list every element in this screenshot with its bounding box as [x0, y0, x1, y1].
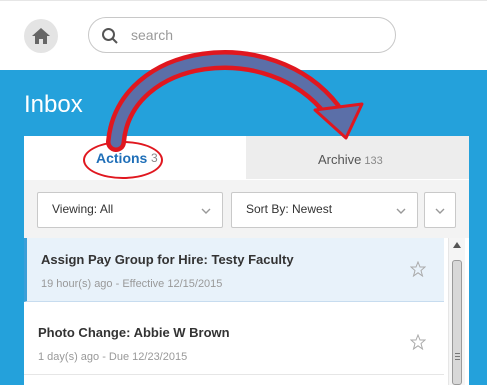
tab-archive-count: 133: [364, 155, 383, 167]
list-item-subtitle: 1 day(s) ago - Due 12/23/2015: [38, 351, 188, 363]
annotation-highlight-ellipse: [83, 141, 163, 179]
search-input[interactable]: search: [88, 17, 396, 53]
chevron-down-icon: [201, 208, 211, 214]
search-icon: [102, 28, 118, 44]
viewing-dropdown[interactable]: Viewing: All: [37, 192, 223, 228]
scroll-grip-line: [455, 353, 460, 354]
viewing-dropdown-value: Viewing: All: [52, 202, 114, 216]
home-icon: [32, 28, 50, 44]
scroll-grip-line: [455, 359, 460, 360]
scroll-up-arrow-icon[interactable]: [453, 242, 461, 248]
star-icon[interactable]: [410, 261, 426, 277]
home-button[interactable]: [24, 19, 58, 53]
list-item-title: Photo Change: Abbie W Brown: [38, 325, 230, 340]
sort-dropdown-value: Sort By: Newest: [246, 202, 333, 216]
sort-dropdown[interactable]: Sort By: Newest: [231, 192, 418, 228]
list-scrollbar[interactable]: [448, 238, 465, 385]
top-bar: search: [0, 0, 487, 71]
list-item[interactable]: Assign Pay Group for Hire: Testy Faculty…: [24, 238, 444, 302]
scroll-grip-line: [455, 356, 460, 357]
star-icon[interactable]: [410, 334, 426, 350]
list-item[interactable]: Photo Change: Abbie W Brown 1 day(s) ago…: [24, 311, 444, 375]
tab-archive-label: Archive 133: [318, 152, 383, 167]
search-placeholder: search: [131, 27, 174, 43]
workday-inbox-screen: search Inbox Actions 3 Archive 133 Viewin…: [0, 0, 487, 385]
list-item-subtitle: 19 hour(s) ago - Effective 12/15/2015: [41, 278, 223, 290]
more-options-dropdown[interactable]: [424, 192, 456, 228]
page-title: Inbox: [24, 91, 83, 118]
list-item-title: Assign Pay Group for Hire: Testy Faculty: [41, 252, 294, 267]
scroll-thumb[interactable]: [452, 260, 462, 385]
chevron-down-icon: [435, 208, 445, 214]
chevron-down-icon: [396, 208, 406, 214]
tab-archive-text: Archive: [318, 152, 362, 167]
